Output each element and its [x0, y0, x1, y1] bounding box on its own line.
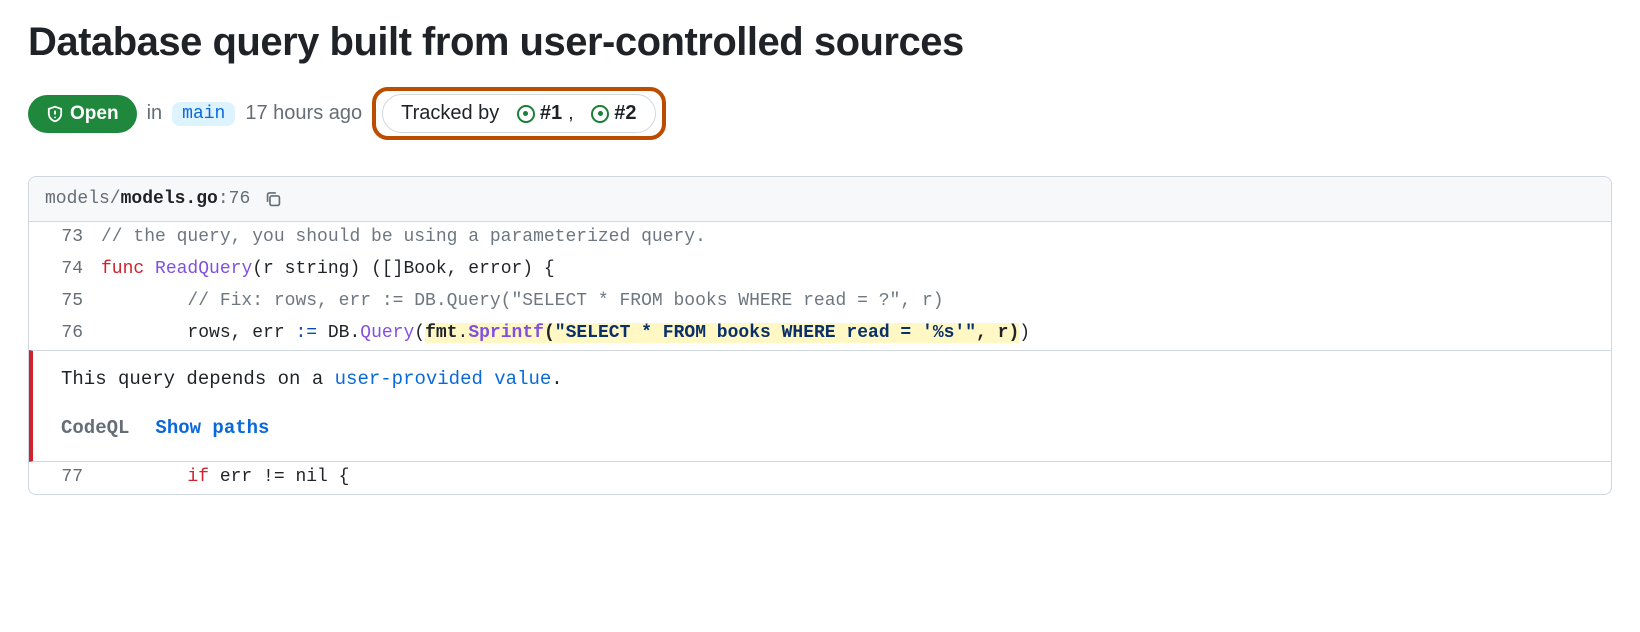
- tracked-separator: ,: [568, 102, 574, 125]
- issue-2-ref: #2: [614, 102, 636, 125]
- code-line-74: 74 func ReadQuery(r string) ([]Book, err…: [29, 254, 1611, 286]
- meta-row: Open in main 17 hours ago Tracked by #1 …: [28, 87, 1612, 140]
- shield-alert-icon: [46, 105, 64, 123]
- issue-open-icon: [517, 105, 535, 123]
- copy-icon[interactable]: [264, 190, 283, 209]
- file-path[interactable]: models/models.go:76: [45, 189, 250, 209]
- tracked-issue-1[interactable]: #1: [517, 102, 562, 125]
- show-paths-button[interactable]: Show paths: [155, 414, 269, 443]
- code-body: 73 // the query, you should be using a p…: [29, 222, 1611, 494]
- code-header: models/models.go:76: [29, 177, 1611, 222]
- page-title: Database query built from user-controlle…: [28, 20, 1612, 65]
- line-number: 77: [29, 464, 101, 492]
- tracked-issue-2[interactable]: #2: [591, 102, 636, 125]
- in-label: in: [147, 102, 163, 125]
- issue-1-ref: #1: [540, 102, 562, 125]
- code-line-75: 75 // Fix: rows, err := DB.Query("SELECT…: [29, 286, 1611, 318]
- line-number: 74: [29, 256, 101, 284]
- status-badge-open: Open: [28, 95, 137, 133]
- user-provided-value-link[interactable]: user-provided value: [335, 368, 552, 390]
- line-number: 73: [29, 224, 101, 252]
- time-ago: 17 hours ago: [245, 102, 362, 125]
- code-line-73: 73 // the query, you should be using a p…: [29, 222, 1611, 254]
- code-panel: models/models.go:76 73 // the query, you…: [28, 176, 1612, 495]
- branch-chip[interactable]: main: [172, 102, 235, 126]
- status-label: Open: [70, 103, 119, 125]
- tracked-by-label: Tracked by: [401, 102, 499, 125]
- line-number: 75: [29, 288, 101, 316]
- line-number: 76: [29, 320, 101, 348]
- issue-open-icon: [591, 105, 609, 123]
- alert-box: This query depends on a user-provided va…: [29, 350, 1611, 463]
- tracked-by-highlight: Tracked by #1 , #2: [372, 87, 665, 140]
- alert-message: This query depends on a user-provided va…: [61, 365, 1583, 394]
- codeql-label: CodeQL: [61, 414, 129, 443]
- code-line-77: 77 if err != nil {: [29, 462, 1611, 494]
- code-line-76: 76 rows, err := DB.Query(fmt.Sprintf("SE…: [29, 318, 1611, 350]
- tracked-by-pill: Tracked by #1 , #2: [382, 94, 655, 133]
